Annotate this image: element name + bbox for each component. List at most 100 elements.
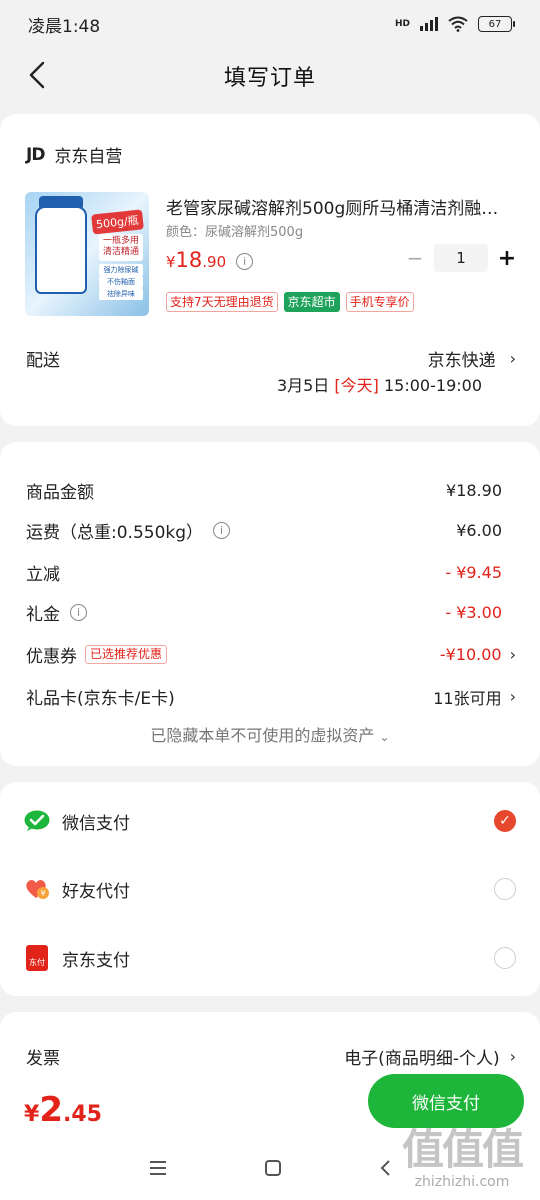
shipping-row: 运费（总重:0.550kg） i ¥6.00 <box>26 518 516 543</box>
delivery-carrier: 京东快递 <box>427 351 496 371</box>
jd-pay-icon-text: 东付 <box>26 945 48 971</box>
total-price: ¥ 2 .45 <box>24 1090 102 1130</box>
product-image-slogan: 一瓶多用 清洁精通 <box>99 234 143 261</box>
product-spec[interactable]: 颜色：尿碱溶解剂500g <box>166 221 303 240</box>
invoice-selector[interactable]: 电子(商品明细-个人) › <box>344 1044 516 1069</box>
goods-amount-label: 商品金额 <box>26 483 94 503</box>
hidden-assets-text: 已隐藏本单不可使用的虚拟资产 <box>150 726 375 745</box>
status-bar: 凌晨1:48 HD 67 <box>0 0 540 48</box>
shop-row: JD 京东自营 <box>26 142 123 168</box>
menu-icon[interactable] <box>149 1160 167 1176</box>
delivery-date: 3月5日 <box>276 376 330 395</box>
shipping-label: 运费（总重:0.550kg） <box>26 523 204 543</box>
watermark: 值值值 zhizhizhi.com <box>392 1125 532 1191</box>
coupon-label: 优惠券 <box>26 647 77 667</box>
shipping-info-icon[interactable]: i <box>213 522 231 539</box>
chevron-right-icon: › <box>509 1047 516 1066</box>
product-image-tag: 500g/瓶 <box>91 209 144 235</box>
coupon-value-wrap: -¥10.00 › <box>440 645 516 664</box>
goods-amount-row: 商品金额 ¥18.90 <box>26 478 516 503</box>
giftcard-row[interactable]: 礼品卡(京东卡/E卡) 11张可用 › <box>26 684 516 709</box>
price-summary-card: 商品金额 ¥18.90 运费（总重:0.550kg） i ¥6.00 立减 - … <box>0 442 540 766</box>
delivery-label: 配送 <box>26 351 60 371</box>
giftcard-value-wrap: 11张可用 › <box>433 685 516 709</box>
shipping-value: ¥6.00 <box>456 521 502 540</box>
discount-label: 立减 <box>26 565 60 585</box>
quantity-input[interactable]: 1 <box>434 244 488 272</box>
product-image[interactable]: 500g/瓶 一瓶多用 清洁精通 强力除尿碱 不伤釉面 祛除异味 <box>25 192 149 316</box>
shipping-label-wrap: 运费（总重:0.550kg） i <box>26 518 231 543</box>
chevron-right-icon: › <box>509 645 516 664</box>
svg-text:¥: ¥ <box>40 889 45 898</box>
payment-methods-card: 微信支付 ✓ ¥ 好友代付 东付 京东支付 <box>0 782 540 996</box>
watermark-url: zhizhizhi.com <box>414 1174 510 1190</box>
watermark-logo: 值值值 <box>401 1125 524 1174</box>
price-integer: 18 <box>175 248 203 272</box>
gift-label-wrap: 礼金 i <box>26 600 87 625</box>
product-image-feature: 不伤釉面 <box>99 276 143 288</box>
total-symbol: ¥ <box>24 1102 40 1127</box>
goods-amount-value: ¥18.90 <box>446 481 502 500</box>
giftcard-label: 礼品卡(京东卡/E卡) <box>26 689 175 709</box>
price-decimal: .90 <box>202 253 227 271</box>
product-image-feature: 祛除异味 <box>99 288 143 300</box>
hidden-assets-toggle[interactable]: 已隐藏本单不可使用的虚拟资产 ⌄ <box>0 722 540 746</box>
price-info-icon[interactable]: i <box>236 253 254 270</box>
coupon-row[interactable]: 优惠券 已选推荐优惠 -¥10.00 › <box>26 642 516 667</box>
pay-option-friend[interactable]: ¥ 好友代付 <box>24 874 516 904</box>
friend-pay-label: 好友代付 <box>62 881 130 902</box>
increase-button[interactable]: + <box>492 246 522 271</box>
coupon-label-wrap: 优惠券 已选推荐优惠 <box>26 642 168 667</box>
shop-name: 京东自营 <box>54 147 123 167</box>
jd-pay-radio[interactable] <box>494 947 516 969</box>
gift-money-label: 礼金 <box>26 605 60 625</box>
invoice-value: 电子(商品明细-个人) <box>344 1049 500 1069</box>
quantity-stepper: − 1 + <box>400 244 522 272</box>
giftcard-value: 11张可用 <box>433 688 502 708</box>
status-time: 凌晨1:48 <box>28 16 101 37</box>
delivery-today: [今天] <box>334 376 379 395</box>
friend-pay-radio[interactable] <box>494 878 516 900</box>
gift-money-row: 礼金 i - ¥3.00 <box>26 600 516 625</box>
back-button[interactable] <box>22 60 52 90</box>
product-title[interactable]: 老管家尿碱溶解剂500g厕所马桶清洁剂融… <box>166 194 518 219</box>
back-arrow-icon <box>29 61 45 89</box>
wechat-pay-radio[interactable]: ✓ <box>494 810 516 832</box>
price-symbol: ¥ <box>166 253 176 271</box>
pay-option-jd[interactable]: 东付 京东支付 <box>24 943 516 973</box>
discount-value: - ¥9.45 <box>445 563 502 582</box>
total-decimal: .45 <box>62 1102 102 1127</box>
pay-option-wechat[interactable]: 微信支付 ✓ <box>24 806 516 836</box>
decrease-button[interactable]: − <box>400 246 430 270</box>
wechat-pay-label: 微信支付 <box>62 813 130 834</box>
gift-info-icon[interactable]: i <box>70 604 87 621</box>
chevron-right-icon: › <box>509 349 516 368</box>
pay-option-left: 东付 京东支付 <box>24 945 130 971</box>
gift-money-value: - ¥3.00 <box>445 603 502 622</box>
chevron-down-icon: ⌄ <box>379 730 390 744</box>
jd-pay-icon: 东付 <box>24 945 50 971</box>
battery-level: 67 <box>488 18 502 30</box>
status-icons: HD 67 <box>395 16 515 32</box>
badge-supermarket: 京东超市 <box>283 292 340 312</box>
signal-icon <box>420 17 438 31</box>
wifi-icon <box>448 16 468 32</box>
bottle-shape <box>35 206 87 294</box>
product-card: JD 京东自营 500g/瓶 一瓶多用 清洁精通 强力除尿碱 不伤釉面 祛除异味… <box>0 114 540 426</box>
badge-mobile-price: 手机专享价 <box>345 292 414 312</box>
pay-option-left: 微信支付 <box>24 808 130 834</box>
delivery-slot: 15:00-19:00 <box>384 376 482 395</box>
coupon-value: -¥10.00 <box>439 645 502 664</box>
submit-wechat-pay-button[interactable]: 微信支付 <box>368 1074 524 1128</box>
jd-pay-label: 京东支付 <box>62 950 130 971</box>
friend-pay-icon: ¥ <box>24 876 50 902</box>
delivery-selector[interactable]: 京东快递 › <box>428 346 516 371</box>
home-icon[interactable] <box>264 1159 282 1177</box>
back-nav-icon[interactable] <box>379 1159 391 1177</box>
invoice-label: 发票 <box>26 1049 60 1069</box>
discount-row: 立减 - ¥9.45 <box>26 560 516 585</box>
battery-icon: 67 <box>478 16 515 32</box>
chevron-right-icon: › <box>509 687 516 706</box>
delivery-time[interactable]: 3月5日 [今天] 15:00-19:00 <box>277 372 482 396</box>
product-badges: 支持7天无理由退货 京东超市 手机专享价 <box>166 292 414 312</box>
